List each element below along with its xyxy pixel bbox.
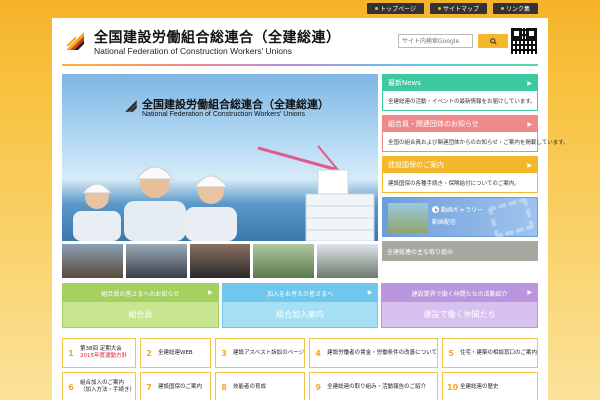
topic-item-1[interactable]: 1 第38回 定期大会 2015年度運動方針 [62, 338, 137, 368]
video-sub-label: 動画配信 [432, 219, 457, 226]
photo-thumbnails [62, 244, 378, 278]
topic-item-3[interactable]: 3 建設アスベスト訴訟のページ [215, 338, 306, 368]
topic-item-9[interactable]: 9 全建総連の取り組み・活動報告のご紹介 [309, 372, 438, 400]
category-members-label: 組合員 [63, 302, 218, 327]
top-nav-link-links[interactable]: リンク集 [492, 3, 538, 14]
topic-sublabel: （加入方法・手続き） [80, 387, 136, 393]
worker-photo-1 [73, 183, 121, 241]
federation-logo-icon [125, 100, 137, 112]
arrow-right-icon: ▶ [367, 289, 373, 296]
category-members-head: 組合員の皆さまへのお知らせ [101, 290, 180, 298]
hero-title-ja: 全国建設労働組合総連合（全建総連） [142, 98, 329, 111]
topic-item-2[interactable]: 2 全建総連WEB [140, 338, 212, 368]
top-nav-link-sitemap[interactable]: サイトマップ [429, 3, 487, 14]
bullet-icon [500, 7, 504, 10]
arrow-right-icon: ▶ [527, 120, 532, 128]
topic-grid: 1 第38回 定期大会 2015年度運動方針 2 全建総連WEB 3 建設アスベスト訴訟… [62, 338, 538, 400]
site-title-ja[interactable]: 全国建設労働組合総連合（全建総連） [94, 27, 341, 47]
category-workers-head: 建設業界で働く仲間たちの活動紹介 [411, 290, 508, 298]
topic-item-5[interactable]: 5 住宅・建築の相談窓口のご案内 [441, 338, 538, 368]
topic-item-8[interactable]: 8 技能者の育成 [215, 372, 306, 400]
topic-item-6[interactable]: 6 組合加入のご案内 （加入方法・手続き） [62, 372, 137, 400]
crane-illustration [258, 145, 375, 241]
site-title-en: National Federation of Construction Work… [94, 46, 293, 56]
thumbnail-5[interactable] [317, 244, 378, 278]
topic-number: 2 [146, 348, 152, 358]
topic-number: 5 [448, 348, 454, 358]
page-container: 全国建設労働組合総連合（全建総連） National Federation of… [52, 18, 569, 400]
video-thumbnail [388, 203, 428, 233]
news-item[interactable]: 全建総連の活動・イベントの最新情報をお届けしています。 [383, 91, 537, 110]
bullet-icon [375, 7, 379, 10]
thumbnail-4[interactable] [253, 244, 315, 278]
topic-item-7[interactable]: 7 建設国保のご案内 [140, 372, 212, 400]
notice-box[interactable]: 組合員・関連団体のお知らせ ▶ 全国の組合員および関連団体からのお知らせ・ご案内を… [382, 115, 569, 152]
topic-label: 全建総連の取り組み・活動報告のご紹介 [327, 383, 427, 390]
arrow-right-icon: ▶ [527, 79, 532, 87]
site-header: 全国建設労働組合総連合（全建総連） National Federation of… [52, 18, 548, 66]
play-icon [432, 206, 439, 213]
topic-label: 住宅・建築の相談窓口のご案内 [459, 349, 537, 356]
bullet-icon [437, 7, 441, 10]
activities-banner[interactable]: 全建総連の主な取り組み [382, 241, 538, 261]
worker-photo-3 [185, 175, 237, 241]
topic-number: 8 [221, 382, 227, 392]
category-members[interactable]: 組合員の皆さまへのお知らせ ▶ 組合員 [62, 283, 219, 328]
topic-label: 組合加入のご案内 [80, 380, 125, 386]
notice-item[interactable]: 全国の組合員および関連団体からのお知らせ・ご案内を掲載しています。 [383, 132, 569, 151]
topic-number: 4 [315, 348, 321, 358]
topic-item-4[interactable]: 4 建設労働者の賃金・労働条件の改善について [309, 338, 438, 368]
thumbnail-1[interactable] [62, 244, 123, 278]
topic-label: 建設アスベスト訴訟のページ [233, 349, 305, 356]
film-reel-icon [487, 197, 535, 239]
topic-item-10[interactable]: 10 全建総連の歴史 [441, 372, 538, 400]
category-join-head: 加入をお考えの皆さまへ [267, 290, 334, 298]
header-divider [62, 64, 538, 66]
category-join-label: 組合加入案内 [222, 302, 378, 327]
topic-label: 全建総連WEB [158, 349, 193, 356]
top-nav: トップページ サイトマップ リンク集 [367, 3, 538, 14]
video-gallery-banner[interactable]: 動画ギャラリー 動画配信 [382, 197, 538, 239]
topic-label: 建設国保のご案内 [158, 383, 203, 390]
topic-number: 3 [221, 348, 227, 358]
search-form [398, 34, 508, 48]
category-cards: 組合員の皆さまへのお知らせ ▶ 組合員 加入をお考えの皆さまへ ▶ 組合加入案内 建… [62, 283, 539, 328]
topic-label: 全建総連の歴史 [459, 383, 499, 390]
topic-label: 建設労働者の賃金・労働条件の改善について [327, 349, 437, 356]
topic-sublabel: 2015年度運動方針 [80, 353, 127, 359]
topic-number: 10 [446, 382, 459, 392]
category-join[interactable]: 加入をお考えの皆さまへ ▶ 組合加入案内 [221, 283, 379, 328]
thumbnail-2[interactable] [125, 244, 187, 278]
federation-logo-icon[interactable] [64, 30, 86, 52]
qr-code [511, 28, 537, 54]
arrow-right-icon: ▶ [527, 289, 533, 296]
search-button[interactable] [478, 34, 508, 48]
topic-label: 第38回 定期大会 [80, 346, 122, 352]
side-column: 最新News ▶ 全建総連の活動・イベントの最新情報をお届けしています。 組合員・… [382, 74, 569, 261]
hero-title-en: National Federation of Construction Work… [142, 111, 306, 118]
category-workers[interactable]: 建設業界で働く仲間たちの活動紹介 ▶ 建設で働く仲間たち [381, 283, 539, 328]
topic-number: 7 [146, 382, 152, 392]
topic-number: 9 [315, 382, 321, 392]
insurance-title: 建設国保のご案内 [388, 161, 444, 169]
notice-title: 組合員・関連団体のお知らせ [388, 120, 479, 128]
news-box[interactable]: 最新News ▶ 全建総連の活動・イベントの最新情報をお届けしています。 [382, 74, 538, 111]
arrow-right-icon: ▶ [527, 161, 532, 169]
video-label: 動画ギャラリー [441, 207, 484, 214]
thumbnail-3[interactable] [189, 244, 251, 278]
topic-number: 6 [68, 382, 74, 392]
insurance-item[interactable]: 建設国保の各種手続き・保険給付についてのご案内。 [383, 173, 537, 192]
hero-banner[interactable]: 全国建設労働組合総連合（全建総連） National Federation of… [62, 74, 378, 241]
search-input[interactable] [398, 34, 473, 48]
search-icon [489, 37, 497, 45]
news-title: 最新News [388, 79, 421, 87]
top-nav-link-home[interactable]: トップページ [367, 3, 424, 14]
category-workers-label: 建設で働く仲間たち [382, 302, 538, 327]
topic-label: 技能者の育成 [233, 383, 267, 390]
insurance-box[interactable]: 建設国保のご案内 ▶ 建設国保の各種手続き・保険給付についてのご案内。 [382, 156, 538, 193]
topic-number: 1 [68, 348, 74, 358]
arrow-right-icon: ▶ [208, 289, 213, 296]
